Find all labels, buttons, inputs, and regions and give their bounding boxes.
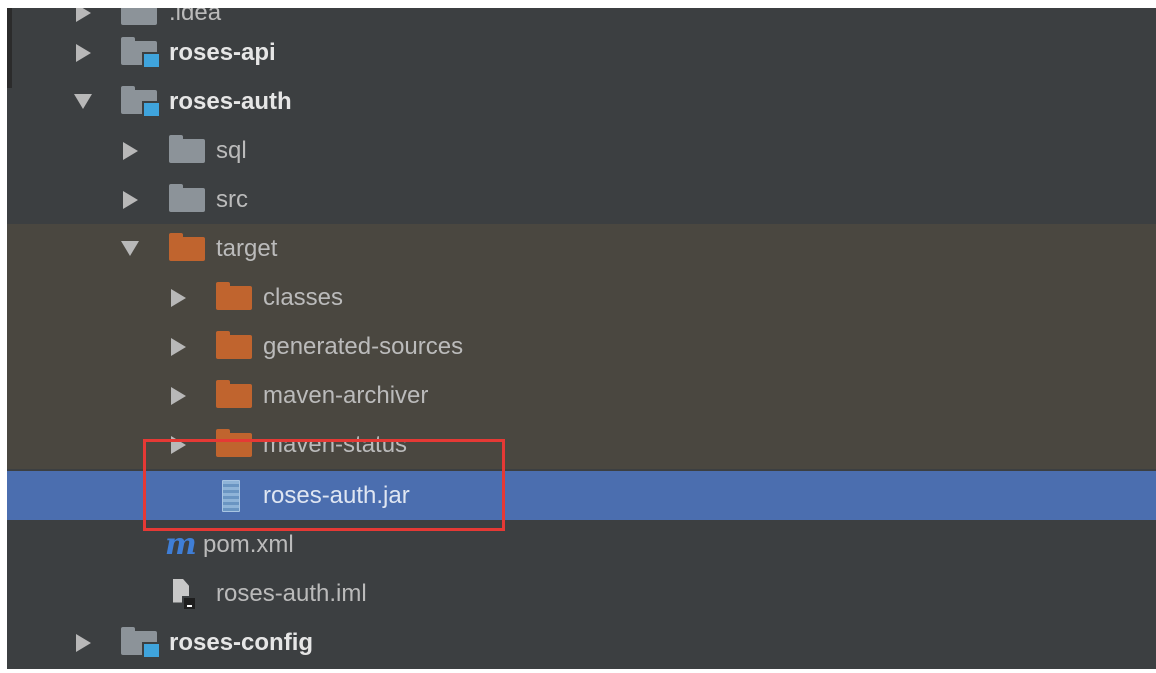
tree-item-generated-sources[interactable]: generated-sources [7,322,1156,371]
excluded-folder-icon [216,379,252,408]
tree-item-classes[interactable]: classes [7,273,1156,322]
tree-item-maven-archiver[interactable]: maven-archiver [7,371,1156,420]
tree-item-pom-xml[interactable]: m pom.xml [7,520,1156,569]
tree-item-roses-api[interactable]: roses-api [7,28,1156,77]
excluded-folder-icon [216,281,252,310]
tree-item-src[interactable]: src [7,175,1156,224]
tree-item-roses-auth-jar[interactable]: roses-auth.jar [7,471,1156,520]
tree-item-roses-config[interactable]: roses-config [7,618,1156,667]
expand-arrow-icon[interactable] [171,435,186,454]
excluded-folder-icon [216,330,252,359]
project-tree: .idea roses-api roses-auth sql src targe… [7,8,1156,669]
expand-arrow-icon[interactable] [171,288,186,307]
tree-item-target[interactable]: target [7,224,1156,273]
excluded-folder-icon [216,428,252,457]
jar-archive-icon [222,479,240,512]
expand-arrow-icon[interactable] [76,43,91,62]
tree-item-sql[interactable]: sql [7,126,1156,175]
expand-arrow-icon[interactable] [171,337,186,356]
folder-icon [169,134,205,163]
terminal-badge-icon [182,595,195,609]
expand-arrow-icon[interactable] [76,633,91,652]
tree-item-maven-status[interactable]: maven-status [7,420,1156,469]
expand-arrow-icon[interactable] [123,141,138,160]
expand-arrow-icon[interactable] [171,386,186,405]
excluded-folder-icon [169,232,205,261]
expand-arrow-icon[interactable] [76,8,91,22]
module-folder-icon [121,85,161,118]
folder-icon [169,183,205,212]
folder-icon [121,8,157,25]
collapse-arrow-icon[interactable] [74,94,92,109]
expand-arrow-icon[interactable] [123,190,138,209]
collapse-arrow-icon[interactable] [121,241,139,256]
module-folder-icon [121,36,161,69]
module-file-icon [173,578,195,609]
module-folder-icon [121,626,161,659]
maven-icon: m [165,526,197,562]
tree-item-roses-auth-iml[interactable]: roses-auth.iml [7,569,1156,618]
tree-item-roses-auth[interactable]: roses-auth [7,77,1156,126]
